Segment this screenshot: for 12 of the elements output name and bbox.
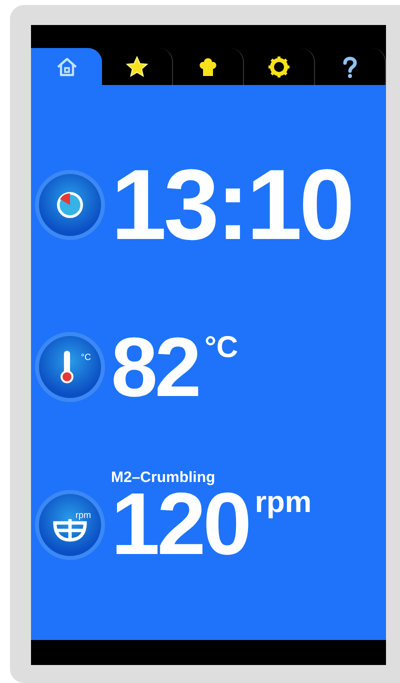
icon-button[interactable]: rpm bbox=[39, 494, 101, 556]
reading-value: 13:10 bbox=[111, 155, 352, 255]
icon-button[interactable] bbox=[39, 174, 101, 236]
reading-unit: °C bbox=[204, 331, 238, 365]
reading-value: 82 bbox=[111, 325, 198, 409]
gear-icon bbox=[267, 54, 291, 78]
reading-unit: rpm bbox=[254, 486, 312, 520]
icon-unit-label: °C bbox=[80, 352, 91, 362]
star-icon bbox=[125, 54, 149, 78]
icon-button[interactable]: °C bbox=[39, 336, 101, 398]
thermometer-icon bbox=[60, 350, 74, 384]
icon-unit-label: rpm bbox=[76, 510, 91, 520]
